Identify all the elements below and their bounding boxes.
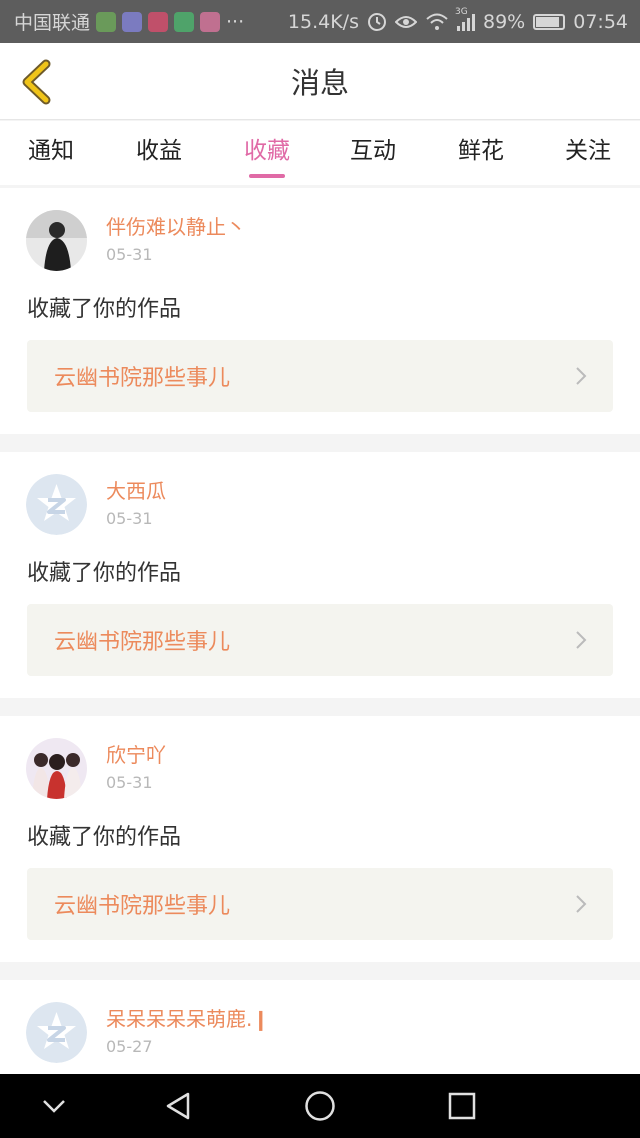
message-text: 收藏了你的作品 <box>27 297 182 322</box>
username[interactable]: 欣宁吖 <box>106 739 166 768</box>
more-notifications-icon: ··· <box>226 10 245 33</box>
chevron-right-icon <box>576 367 587 385</box>
tab-bar: 通知 收益 收藏 互动 鲜花 关注 <box>0 121 640 185</box>
home-nav-button[interactable] <box>302 1088 338 1124</box>
chevron-right-icon <box>576 895 587 913</box>
home-circle-icon <box>305 1091 335 1121</box>
work-title: 云幽书院那些事儿 <box>54 366 231 391</box>
carrier-label: 中国联通 <box>14 12 91 34</box>
tab-flowers[interactable]: 鲜花 <box>441 131 521 181</box>
message-card: 大西瓜 05-31 收藏了你的作品 云幽书院那些事儿 <box>0 452 640 698</box>
system-navigation-bar <box>0 1074 640 1138</box>
message-text: 收藏了你的作品 <box>27 561 182 586</box>
tab-label: 收益 <box>136 138 182 164</box>
collapse-chevron-icon <box>43 1100 65 1113</box>
signal-icon: 3G <box>455 7 475 31</box>
app-notification-icon <box>148 11 169 32</box>
username[interactable]: 大西瓜 <box>106 475 166 504</box>
avatar[interactable] <box>26 474 87 535</box>
app-notification-icon <box>174 11 195 32</box>
recents-square-icon <box>448 1092 476 1120</box>
work-link[interactable]: 云幽书院那些事儿 <box>27 340 613 412</box>
tab-interactions[interactable]: 互动 <box>333 131 413 181</box>
message-date: 05-27 <box>106 1037 153 1056</box>
tab-label: 收藏 <box>244 138 290 164</box>
tab-favorites[interactable]: 收藏 <box>227 131 307 181</box>
message-date: 05-31 <box>106 245 153 264</box>
app-notification-icon <box>200 11 221 32</box>
tab-label: 通知 <box>28 138 74 164</box>
default-avatar-icon <box>26 1002 87 1063</box>
recents-nav-button[interactable] <box>444 1088 480 1124</box>
work-title: 云幽书院那些事儿 <box>54 630 231 655</box>
network-type: 3G <box>455 6 468 17</box>
work-title: 云幽书院那些事儿 <box>54 894 231 919</box>
message-text: 收藏了你的作品 <box>27 825 182 850</box>
tab-notifications[interactable]: 通知 <box>11 131 91 181</box>
tab-earnings[interactable]: 收益 <box>119 131 199 181</box>
photo-avatar-icon <box>26 210 87 271</box>
eye-icon <box>395 15 417 28</box>
active-tab-indicator <box>249 174 285 178</box>
collapse-button[interactable] <box>36 1088 72 1124</box>
username[interactable]: 伴伤难以静止丶 <box>106 211 246 240</box>
message-date: 05-31 <box>106 509 153 528</box>
back-triangle-icon <box>166 1092 190 1120</box>
alarm-icon <box>368 12 386 31</box>
illustration-avatar-icon <box>26 738 87 799</box>
status-bar: 中国联通 ··· 15.4K/s 3G 89% 07:54 <box>0 0 640 43</box>
network-speed: 15.4K/s <box>287 10 359 33</box>
wechat-app-icon <box>96 11 117 32</box>
battery-percent: 89% <box>483 10 526 33</box>
message-card: 欣宁吖 05-31 收藏了你的作品 云幽书院那些事儿 <box>0 716 640 962</box>
app-notification-icon <box>122 11 143 32</box>
work-link[interactable]: 云幽书院那些事儿 <box>27 868 613 940</box>
message-date: 05-31 <box>106 773 153 792</box>
avatar[interactable] <box>26 210 87 271</box>
back-button[interactable] <box>14 57 58 107</box>
tab-following[interactable]: 关注 <box>548 131 628 181</box>
message-card: 伴伤难以静止丶 05-31 收藏了你的作品 云幽书院那些事儿 <box>0 188 640 434</box>
back-chevron-icon <box>22 59 51 105</box>
chevron-right-icon <box>576 631 587 649</box>
tab-label: 互动 <box>350 138 396 164</box>
message-card: 呆呆呆呆呆萌鹿.❙ 05-27 <box>0 980 640 1074</box>
username[interactable]: 呆呆呆呆呆萌鹿.❙ <box>106 1003 269 1032</box>
avatar[interactable] <box>26 738 87 799</box>
back-nav-button[interactable] <box>160 1088 196 1124</box>
clock: 07:54 <box>573 10 628 33</box>
tab-label: 鲜花 <box>458 138 504 164</box>
app-header: 消息 <box>0 43 640 120</box>
default-avatar-icon <box>26 474 87 535</box>
avatar[interactable] <box>26 1002 87 1063</box>
tab-label: 关注 <box>565 138 611 164</box>
work-link[interactable]: 云幽书院那些事儿 <box>27 604 613 676</box>
wifi-icon <box>426 13 448 30</box>
page-title: 消息 <box>290 66 349 100</box>
battery-icon <box>533 13 566 30</box>
